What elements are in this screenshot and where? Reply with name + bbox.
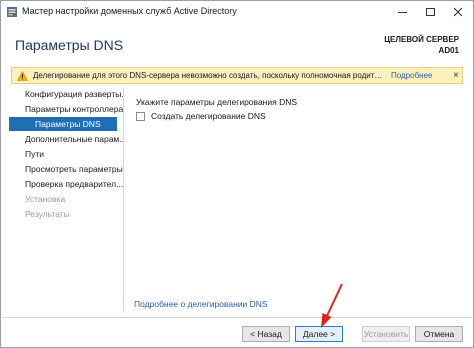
nav-item-review-options[interactable]: Просмотреть параметры — [9, 162, 123, 176]
nav-item-dns-options[interactable]: Параметры DNS — [9, 117, 117, 131]
create-delegation-label[interactable]: Создать делегирование DNS — [151, 111, 266, 121]
window-title: Мастер настройки доменных служб Active D… — [22, 6, 237, 16]
nav-item-paths[interactable]: Пути — [9, 147, 123, 161]
cancel-button[interactable]: Отмена — [415, 326, 463, 342]
server-manager-icon — [7, 7, 17, 17]
footer-divider — [2, 317, 474, 318]
nav-item-dc-options[interactable]: Параметры контроллера... — [9, 102, 123, 116]
nav-divider — [123, 87, 124, 313]
target-server-caption: ЦЕЛЕВОЙ СЕРВЕР — [384, 35, 459, 44]
install-button: Установить — [362, 326, 410, 342]
nav-item-deployment-config[interactable]: Конфигурация разверты... — [9, 87, 123, 101]
nav-item-prerequisites-check[interactable]: Проверка предварител... — [9, 177, 123, 191]
close-icon — [453, 7, 463, 17]
page-title: Параметры DNS — [15, 37, 124, 53]
target-server-name: AD01 — [438, 46, 459, 55]
create-delegation-option[interactable]: Создать делегирование DNS — [136, 111, 266, 121]
wizard-window: Мастер настройки доменных служб Active D… — [0, 0, 474, 348]
nav-item-installation: Установка — [25, 194, 66, 204]
minimize-button[interactable] — [387, 1, 417, 23]
maximize-icon — [425, 8, 435, 16]
maximize-button[interactable] — [415, 1, 445, 23]
warning-close-button[interactable]: × — [453, 70, 459, 81]
next-button[interactable]: Далее > — [295, 326, 343, 342]
warning-triangle-icon — [17, 71, 28, 81]
wizard-nav: Конфигурация разверты... Параметры контр… — [9, 87, 123, 311]
dns-delegation-help-link[interactable]: Подробнее о делегировании DNS — [134, 299, 268, 309]
title-bar[interactable]: Мастер настройки доменных служб Active D… — [1, 1, 473, 23]
minimize-icon — [397, 11, 407, 13]
nav-item-additional-options[interactable]: Дополнительные парам... — [9, 132, 123, 146]
delegation-heading: Укажите параметры делегирования DNS — [136, 97, 298, 107]
warning-more-link[interactable]: Подробнее — [391, 71, 433, 80]
back-button[interactable]: < Назад — [242, 326, 290, 342]
warning-text: Делегирование для этого DNS-сервера нево… — [33, 71, 383, 80]
warning-bar: Делегирование для этого DNS-сервера нево… — [11, 67, 463, 84]
nav-item-results: Результаты — [25, 209, 70, 219]
create-delegation-checkbox[interactable] — [136, 111, 145, 121]
close-button[interactable] — [443, 1, 473, 23]
